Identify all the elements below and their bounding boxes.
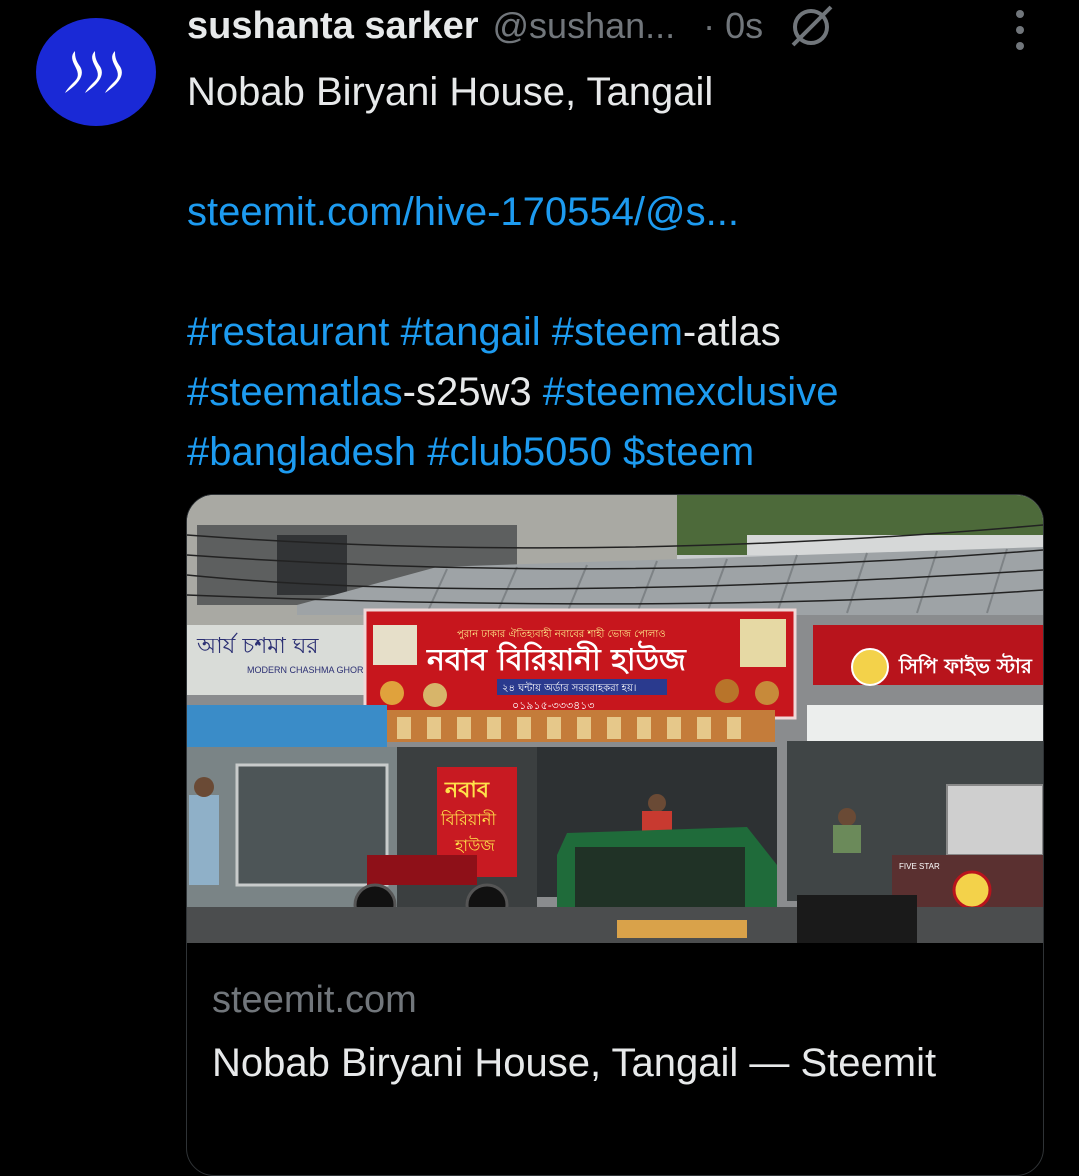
hashtag-steemexclusive[interactable]: #steemexclusive bbox=[543, 370, 839, 414]
card-domain: steemit.com bbox=[212, 979, 417, 1021]
tweet-title: Nobab Biryani House, Tangail bbox=[187, 70, 714, 114]
hashtag-tangail[interactable]: #tangail bbox=[400, 310, 540, 354]
hashtag-bangladesh[interactable]: #bangladesh bbox=[187, 430, 416, 474]
right-shop-sign: সিপি ফাইভ স্টার bbox=[898, 653, 1033, 678]
banner-nobab: নবাব bbox=[444, 778, 490, 803]
cashtag-steem[interactable]: $steem bbox=[623, 430, 754, 474]
hashtag-steematlas[interactable]: #steematlas bbox=[187, 370, 403, 414]
avatar[interactable] bbox=[36, 18, 156, 126]
tweet-header: sushanta sarker @sushan... · 0s bbox=[187, 2, 1079, 50]
more-vertical-icon[interactable] bbox=[1010, 8, 1030, 57]
hashtag-restaurant[interactable]: #restaurant bbox=[187, 310, 389, 354]
timestamp[interactable]: · 0s bbox=[703, 5, 763, 47]
main-sign-top: পুরান ঢাকার ঐতিহ্যবাহী নবাবের শাহী ভোজ প… bbox=[457, 627, 666, 640]
banner-house: হাউজ bbox=[454, 836, 496, 855]
card-title: Nobab Biryani House, Tangail — Steemit bbox=[212, 1041, 937, 1085]
stall-sign: FIVE STAR bbox=[899, 862, 940, 871]
main-sign-sub: ২৪ ঘন্টায় অর্ডার সরবরাহকরা হয়। bbox=[502, 682, 636, 694]
tweet-text: Nobab Biryani House, Tangail steemit.com… bbox=[187, 62, 1047, 482]
steem-logo-icon bbox=[65, 51, 122, 93]
author-handle[interactable]: @sushan... bbox=[493, 5, 676, 47]
banner-biryani: বিরিয়ানী bbox=[440, 810, 496, 829]
hashtag-steematlas-suffix: -s25w3 bbox=[402, 370, 532, 414]
hashtag-steem-suffix: -atlas bbox=[682, 310, 781, 354]
grok-icon[interactable] bbox=[789, 3, 835, 49]
author-name[interactable]: sushanta sarker bbox=[187, 5, 479, 48]
hashtag-steem[interactable]: #steem bbox=[552, 310, 683, 354]
link-card[interactable]: আর্য চশমা ঘর MODERN CHASHMA GHOR পুরান ঢ… bbox=[186, 494, 1044, 1176]
left-shop-sign: আর্য চশমা ঘর bbox=[196, 632, 319, 659]
card-image[interactable]: আর্য চশমা ঘর MODERN CHASHMA GHOR পুরান ঢ… bbox=[187, 495, 1043, 943]
hashtag-club5050[interactable]: #club5050 bbox=[427, 430, 612, 474]
main-sign: নবাব বিরিয়ানী হাউজ bbox=[426, 640, 687, 678]
left-shop-sign-sub: MODERN CHASHMA GHOR bbox=[247, 665, 364, 675]
tweet-link[interactable]: steemit.com/hive-170554/@s... bbox=[187, 190, 739, 234]
